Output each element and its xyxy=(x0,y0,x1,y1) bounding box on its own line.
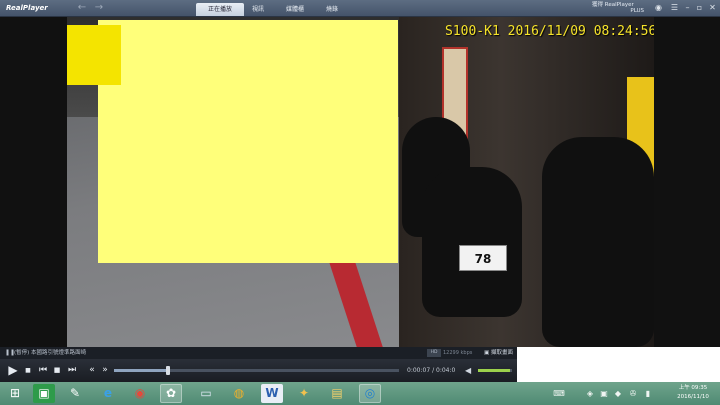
seek-bar[interactable] xyxy=(114,366,399,375)
video-frame[interactable]: 78 S100-K1 2016/11/09 08:24:56 xyxy=(67,17,654,347)
volume-tray-icon[interactable]: ◆ xyxy=(612,386,624,401)
keyboard-icon[interactable]: ⌨ xyxy=(552,386,566,401)
scooter-right xyxy=(542,137,654,347)
stop-icon[interactable]: ■ xyxy=(23,363,33,378)
tab-burn[interactable]: 燒錄 xyxy=(318,3,346,16)
time-total: 0:04:0 xyxy=(436,367,456,374)
arrow-right-icon[interactable]: → xyxy=(93,2,105,14)
realplayer-icon[interactable]: ◎ xyxy=(359,384,381,403)
upgrade-link[interactable]: 獲得 RealPlayer PLUS xyxy=(592,2,644,14)
folder-icon[interactable]: ▤ xyxy=(326,384,348,403)
license-plate: 78 xyxy=(459,245,507,271)
clock-date: 2016/11/10 xyxy=(677,394,709,400)
snapshot-label: 擷取畫面 xyxy=(490,350,513,356)
hd-badge: HD xyxy=(427,349,441,357)
next-icon[interactable]: ⏭ xyxy=(66,363,78,378)
clock-time: 上午 09:35 xyxy=(678,385,708,391)
tab-now-playing[interactable]: 正在播放 xyxy=(196,3,244,16)
volume-level xyxy=(478,369,511,372)
network-icon[interactable]: ◈ xyxy=(584,386,596,401)
time-current: 0:00:07 xyxy=(407,367,431,374)
seek-thumb[interactable] xyxy=(166,366,171,375)
arrow-left-icon[interactable]: ← xyxy=(76,2,88,14)
ime-icon[interactable]: ✇ xyxy=(627,386,639,401)
volume-icon[interactable]: ◀ xyxy=(465,363,471,378)
start-icon[interactable]: ⊞ xyxy=(4,384,26,403)
side-panel xyxy=(517,347,720,382)
menu-icon[interactable]: ☰ xyxy=(669,2,680,14)
eye-icon[interactable]: ◉ xyxy=(653,2,664,14)
snapshot-button[interactable]: ▣ 擷取畫面 xyxy=(484,347,513,359)
ie-icon[interactable]: e xyxy=(97,384,119,403)
bitrate-text: 12299 kbps xyxy=(443,350,473,356)
store-icon[interactable]: ▣ xyxy=(33,384,55,403)
video-timestamp: S100-K1 2016/11/09 08:24:56 xyxy=(445,24,654,39)
lock-icon[interactable]: ▣ xyxy=(598,386,610,401)
close-icon[interactable]: ✕ xyxy=(707,2,718,14)
seek-progress xyxy=(114,369,169,372)
time-display: 0:00:07 / 0:04:0 xyxy=(407,363,455,378)
battery-icon[interactable]: ▮ xyxy=(642,386,654,401)
notepad-icon[interactable]: ✎ xyxy=(64,384,86,403)
chrome-icon[interactable]: ◉ xyxy=(129,384,151,403)
computer-icon[interactable]: ▭ xyxy=(195,384,217,403)
status-text: (暫停) 本國路引號燈準路面崎 xyxy=(14,350,87,356)
marker-square xyxy=(67,25,121,85)
highlight-overlay xyxy=(98,20,398,263)
tab-video[interactable]: 視訊 xyxy=(244,3,272,16)
previous-icon[interactable]: ⏮ xyxy=(37,363,49,378)
realplayer-window: RealPlayer ← → 正在播放 視訊 媒體櫃 燒錄 獲得 RealPla… xyxy=(0,0,720,382)
tab-library[interactable]: 媒體櫃 xyxy=(278,3,312,16)
word-icon[interactable]: W xyxy=(261,384,283,403)
title-bar: RealPlayer ← → 正在播放 視訊 媒體櫃 燒錄 獲得 RealPla… xyxy=(0,0,720,17)
time-separator: / xyxy=(432,367,435,374)
realplayer-logo[interactable]: RealPlayer xyxy=(6,2,48,14)
settings-icon[interactable]: ✿ xyxy=(160,384,182,403)
scooter-center xyxy=(422,167,522,317)
clock[interactable]: 上午 09:35 2016/11/10 xyxy=(668,384,718,403)
play-icon[interactable]: ▶ xyxy=(5,363,21,378)
stop-button-icon[interactable]: ■ xyxy=(52,363,62,378)
paint-icon[interactable]: ✦ xyxy=(293,384,315,403)
rewind-icon[interactable]: « xyxy=(86,363,98,378)
restore-icon[interactable]: ▫ xyxy=(694,2,705,14)
volume-slider[interactable] xyxy=(478,369,512,372)
chrome-alt-icon[interactable]: ◍ xyxy=(228,384,250,403)
minimize-icon[interactable]: – xyxy=(682,2,693,14)
taskbar: ⊞ ▣ ✎ e ◉ ✿ ▭ ◍ W ✦ ▤ ◎ ⌨ ◈ ▣ ◆ ✇ ▮ 上午 0… xyxy=(0,382,720,405)
upgrade-line2: PLUS xyxy=(630,8,644,14)
fast-forward-icon[interactable]: » xyxy=(99,363,111,378)
